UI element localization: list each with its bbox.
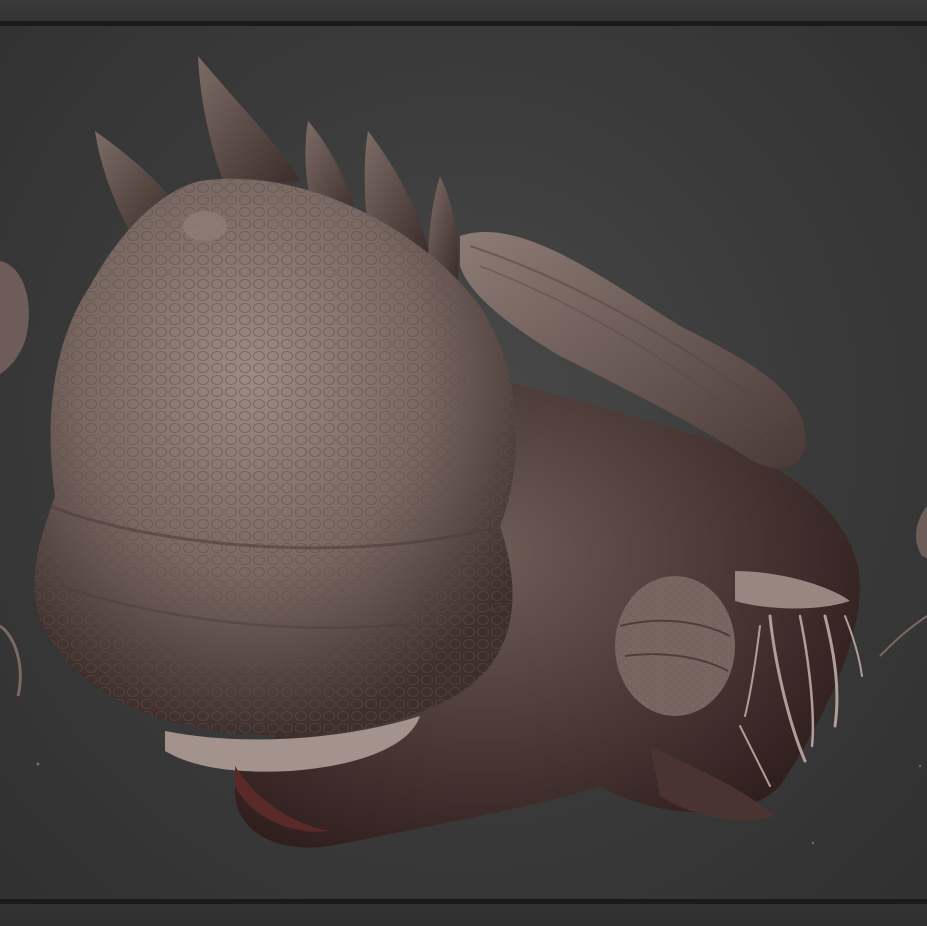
- top-toolbar: [0, 0, 927, 21]
- 3d-viewport-canvas[interactable]: [0, 26, 927, 899]
- bottom-toolbar: [0, 904, 927, 926]
- app-window: [0, 0, 927, 926]
- left-partial-model: [0, 261, 29, 697]
- right-partial-model: [879, 506, 927, 657]
- sculpt-model-render: [0, 56, 927, 848]
